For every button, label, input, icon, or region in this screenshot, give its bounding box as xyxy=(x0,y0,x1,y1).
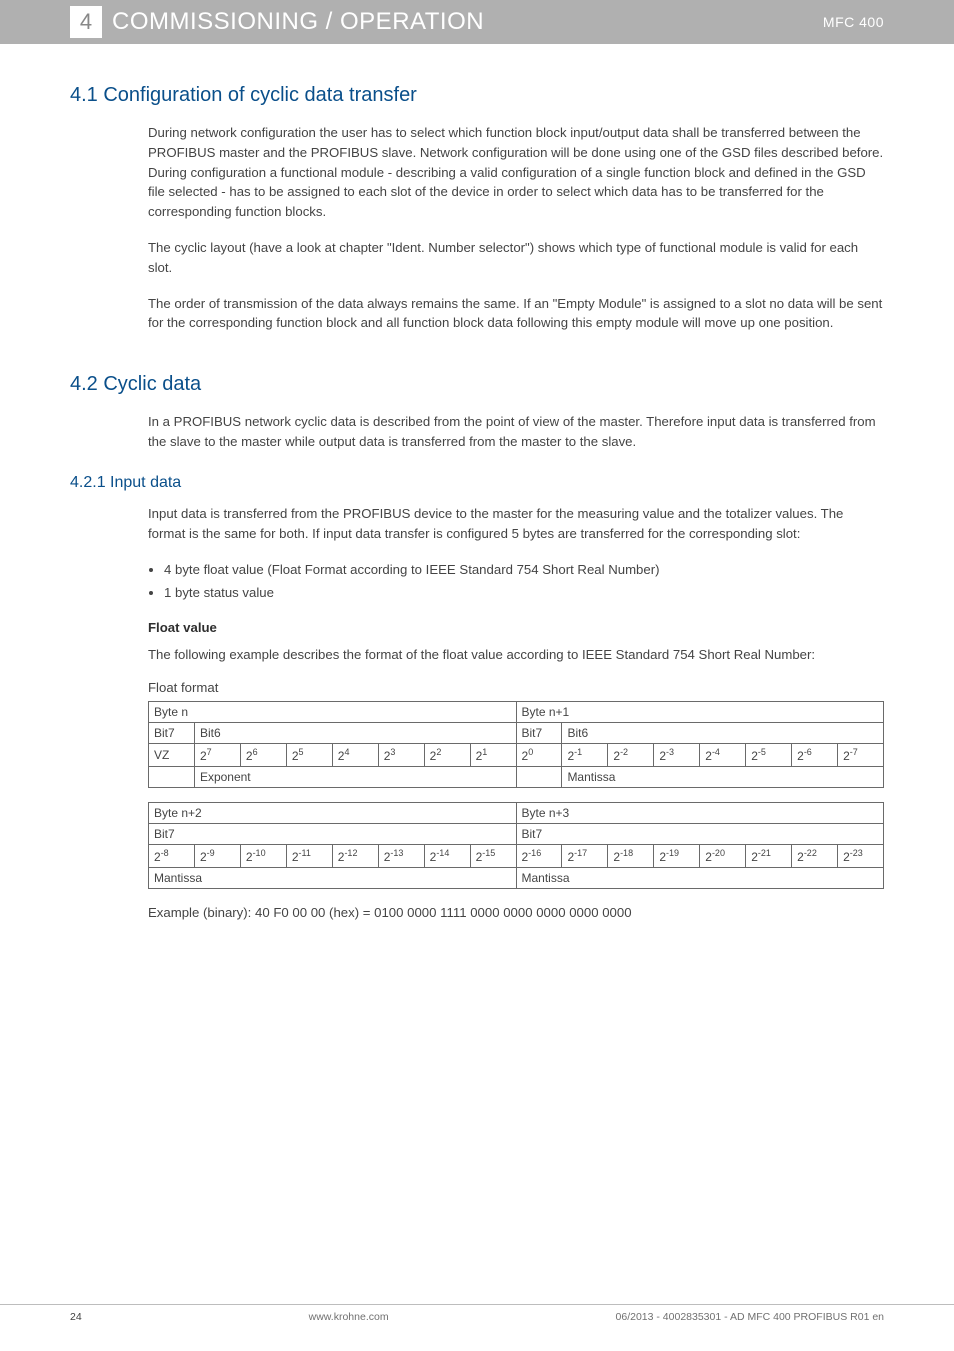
footer: 24 www.krohne.com 06/2013 - 4002835301 -… xyxy=(0,1304,954,1323)
cell-pow: 27 xyxy=(194,744,240,767)
cell-pow: 21 xyxy=(470,744,516,767)
float-format-table-1: Byte n Byte n+1 Bit7 Bit6 Bit7 Bit6 VZ 2… xyxy=(148,701,884,788)
float-value-label: Float value xyxy=(148,620,884,635)
para-4-1-3: The order of transmission of the data al… xyxy=(148,294,884,334)
cell-pow: 24 xyxy=(332,744,378,767)
cell-pow: 20 xyxy=(516,744,562,767)
section-number-box: 4 xyxy=(70,6,102,38)
heading-4-2: 4.2 Cyclic data xyxy=(70,373,884,396)
cell-empty xyxy=(516,767,562,788)
cell-bit6: Bit6 xyxy=(194,723,516,744)
cell-bit7: Bit7 xyxy=(516,824,884,845)
bullet-item: 4 byte float value (Float Format accordi… xyxy=(164,559,884,580)
cell-pow: 2-20 xyxy=(700,845,746,868)
cell-pow: 2-14 xyxy=(424,845,470,868)
page-number: 24 xyxy=(70,1311,82,1323)
cell-pow: 2-15 xyxy=(470,845,516,868)
cell-mantissa: Mantissa xyxy=(516,868,884,889)
footer-doc: 06/2013 - 4002835301 - AD MFC 400 PROFIB… xyxy=(616,1311,884,1323)
cell-byte-n2: Byte n+2 xyxy=(149,803,517,824)
cell-pow: 2-1 xyxy=(562,744,608,767)
cell-pow: 2-19 xyxy=(654,845,700,868)
cell-mantissa: Mantissa xyxy=(562,767,884,788)
para-4-2-1-intro: Input data is transferred from the PROFI… xyxy=(148,504,884,544)
cell-pow: 2-11 xyxy=(286,845,332,868)
para-4-1-2: The cyclic layout (have a look at chapte… xyxy=(148,238,884,278)
bullet-item: 1 byte status value xyxy=(164,582,884,603)
cell-pow: 2-16 xyxy=(516,845,562,868)
cell-pow: 2-2 xyxy=(608,744,654,767)
cell-pow: 2-17 xyxy=(562,845,608,868)
cell-pow: 2-5 xyxy=(746,744,792,767)
example-line: Example (binary): 40 F0 00 00 (hex) = 01… xyxy=(148,903,884,923)
cell-pow: 2-6 xyxy=(792,744,838,767)
cell-bit6: Bit6 xyxy=(562,723,884,744)
bullet-list: 4 byte float value (Float Format accordi… xyxy=(148,559,884,603)
cell-byte-n3: Byte n+3 xyxy=(516,803,884,824)
cell-bit7: Bit7 xyxy=(516,723,562,744)
header-bar: 4 COMMISSIONING / OPERATION MFC 400 xyxy=(0,0,954,44)
cell-pow: 26 xyxy=(240,744,286,767)
cell-empty xyxy=(149,767,195,788)
float-format-table-2: Byte n+2 Byte n+3 Bit7 Bit7 2-8 2-9 2-10… xyxy=(148,802,884,889)
para-4-2-1: In a PROFIBUS network cyclic data is des… xyxy=(148,412,884,452)
cell-pow: 2-9 xyxy=(194,845,240,868)
cell-pow: 2-10 xyxy=(240,845,286,868)
heading-4-1: 4.1 Configuration of cyclic data transfe… xyxy=(70,84,884,107)
cell-pow: 23 xyxy=(378,744,424,767)
cell-pow: 2-4 xyxy=(700,744,746,767)
cell-pow: 2-13 xyxy=(378,845,424,868)
cell-exponent: Exponent xyxy=(194,767,516,788)
cell-pow: 2-22 xyxy=(792,845,838,868)
cell-vz: VZ xyxy=(149,744,195,767)
cell-pow: 2-23 xyxy=(838,845,884,868)
cell-pow: 2-8 xyxy=(149,845,195,868)
float-format-label: Float format xyxy=(148,680,884,695)
cell-bit7: Bit7 xyxy=(149,723,195,744)
para-float-desc: The following example describes the form… xyxy=(148,645,884,665)
cell-bit7: Bit7 xyxy=(149,824,517,845)
cell-pow: 22 xyxy=(424,744,470,767)
cell-byte-n1: Byte n+1 xyxy=(516,702,884,723)
footer-site: www.krohne.com xyxy=(309,1311,389,1323)
cell-byte-n: Byte n xyxy=(149,702,517,723)
cell-mantissa: Mantissa xyxy=(149,868,517,889)
cell-pow: 2-3 xyxy=(654,744,700,767)
cell-pow: 2-21 xyxy=(746,845,792,868)
para-4-1-1: During network configuration the user ha… xyxy=(148,123,884,222)
cell-pow: 25 xyxy=(286,744,332,767)
doc-id: MFC 400 xyxy=(823,14,884,30)
cell-pow: 2-12 xyxy=(332,845,378,868)
cell-pow: 2-7 xyxy=(838,744,884,767)
heading-4-2-1: 4.2.1 Input data xyxy=(70,474,884,492)
cell-pow: 2-18 xyxy=(608,845,654,868)
section-title: COMMISSIONING / OPERATION xyxy=(112,8,823,36)
